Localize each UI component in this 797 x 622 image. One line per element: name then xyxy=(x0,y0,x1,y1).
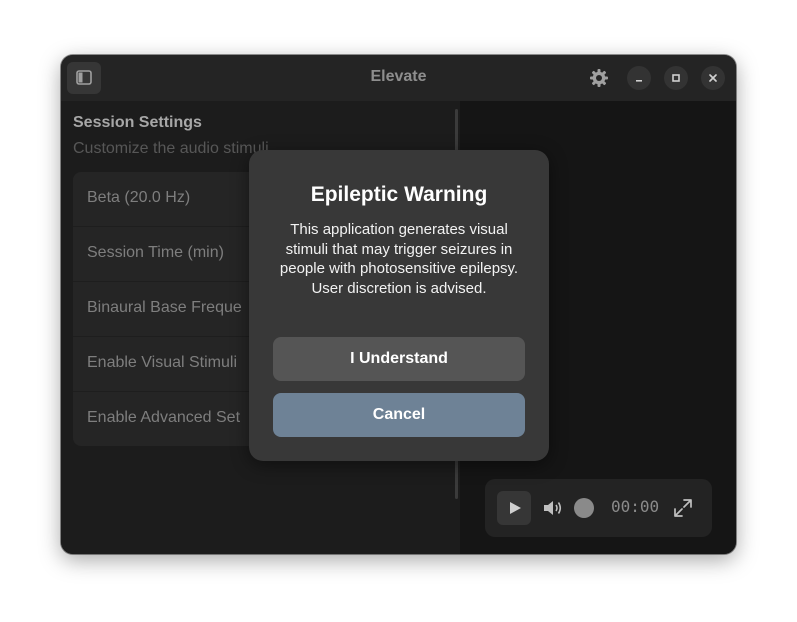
time-display: 00:00 xyxy=(611,497,660,516)
minimize-icon xyxy=(636,80,642,82)
play-button[interactable] xyxy=(497,491,531,525)
row-label: Enable Advanced Set xyxy=(87,409,241,426)
minimize-button[interactable] xyxy=(627,66,651,90)
row-label: Binaural Base Freque xyxy=(87,299,242,316)
cancel-button[interactable]: Cancel xyxy=(273,393,525,437)
row-label: Enable Visual Stimuli xyxy=(87,354,238,371)
fullscreen-icon[interactable] xyxy=(673,498,693,518)
dialog-body: This application generates visual stimul… xyxy=(279,221,519,297)
maximize-icon xyxy=(672,74,680,82)
volume-icon[interactable] xyxy=(543,499,563,517)
close-button[interactable] xyxy=(701,66,725,90)
row-label: Session Time (min) xyxy=(87,244,224,261)
understand-button[interactable]: I Understand xyxy=(273,337,525,381)
play-icon xyxy=(510,502,521,514)
section-title: Session Settings xyxy=(73,114,202,131)
dialog-title: Epileptic Warning xyxy=(310,183,488,206)
section-subtitle: Customize the audio stimuli xyxy=(73,140,269,157)
gear-icon[interactable] xyxy=(589,68,609,88)
epilepsy-warning-dialog: Epileptic Warning This application gener… xyxy=(249,150,549,461)
header-bar: Elevate xyxy=(61,55,736,101)
volume-slider-knob[interactable] xyxy=(574,498,594,518)
media-controls: 00:00 xyxy=(485,479,712,537)
maximize-button[interactable] xyxy=(664,66,688,90)
row-label: Beta (20.0 Hz) xyxy=(87,189,191,206)
close-icon xyxy=(709,74,717,82)
